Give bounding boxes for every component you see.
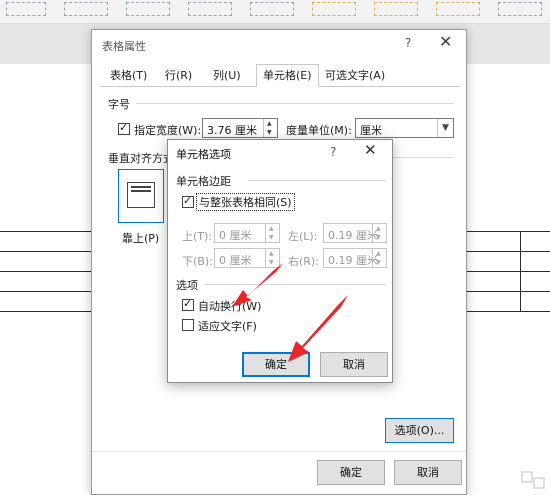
options-group-label: 选项: [176, 279, 198, 292]
style-swatch[interactable]: [188, 2, 232, 16]
spin-up-icon[interactable]: ▲: [267, 120, 272, 127]
group-divider: [204, 284, 386, 285]
help-icon[interactable]: ?: [405, 36, 411, 50]
wrap-text-checkbox[interactable]: [182, 297, 194, 311]
align-top-icon: [127, 182, 155, 208]
style-swatch[interactable]: [126, 2, 170, 16]
ok-button[interactable]: 确定: [242, 352, 310, 377]
same-as-table-label[interactable]: 与整张表格相同(S): [196, 193, 295, 211]
spin-up-icon[interactable]: ▲: [376, 250, 381, 257]
fit-text-checkbox[interactable]: [182, 319, 194, 331]
spin-arrows[interactable]: ▲ ▼: [265, 249, 279, 267]
ribbon-styles-strip: [0, 0, 550, 24]
measure-in-select[interactable]: 厘米 ▼: [355, 118, 454, 138]
style-swatch[interactable]: [374, 2, 418, 16]
measure-in-value: 厘米: [360, 124, 382, 137]
style-swatch[interactable]: [498, 2, 542, 16]
bottom-margin-spinner[interactable]: 0 厘米 ▲ ▼: [214, 248, 280, 268]
dialog-title: 表格属性: [102, 40, 146, 53]
tab-alt-text[interactable]: 可选文字(A): [319, 66, 391, 87]
right-margin-label: 右(R):: [288, 255, 319, 268]
tab-row[interactable]: 行(R): [159, 66, 198, 87]
tab-column[interactable]: 列(U): [207, 66, 247, 87]
margins-group-label: 单元格边距: [176, 175, 231, 188]
tab-table[interactable]: 表格(T): [104, 66, 153, 87]
vertical-alignment-label: 垂直对齐方式: [108, 152, 174, 165]
spin-down-icon[interactable]: ▼: [269, 234, 274, 241]
close-icon[interactable]: ✕: [364, 143, 377, 158]
top-margin-spinner[interactable]: 0 厘米 ▲ ▼: [214, 223, 280, 243]
group-divider: [248, 180, 386, 181]
spin-arrows[interactable]: ▲ ▼: [372, 224, 386, 242]
preferred-width-value: 3.76 厘米: [207, 124, 257, 137]
spin-down-icon[interactable]: ▼: [376, 259, 381, 266]
preferred-width-checkbox[interactable]: [118, 121, 130, 135]
group-divider: [136, 103, 454, 104]
align-top-label: 靠上(P): [122, 232, 160, 245]
chevron-down-icon[interactable]: ▼: [437, 119, 453, 137]
spin-down-icon[interactable]: ▼: [267, 129, 272, 136]
bottom-margin-label: 下(B):: [182, 255, 213, 268]
style-swatch[interactable]: [312, 2, 356, 16]
spin-arrows[interactable]: ▲ ▼: [372, 249, 386, 267]
style-swatch[interactable]: [436, 2, 480, 16]
spin-down-icon[interactable]: ▼: [376, 234, 381, 241]
left-margin-label: 左(L):: [288, 230, 318, 243]
right-margin-value: 0.19 厘米: [328, 254, 378, 267]
bottom-margin-value: 0 厘米: [219, 254, 252, 267]
same-as-table-checkbox[interactable]: [182, 194, 194, 208]
wrap-text-label[interactable]: 自动换行(W): [198, 298, 261, 314]
measure-in-label: 度量单位(M):: [286, 124, 352, 137]
align-top-option[interactable]: [118, 169, 164, 223]
cancel-button[interactable]: 取消: [320, 352, 388, 377]
tab-cell[interactable]: 单元格(E): [256, 64, 319, 87]
spin-down-icon[interactable]: ▼: [269, 259, 274, 266]
help-icon[interactable]: ?: [330, 145, 336, 159]
spin-up-icon[interactable]: ▲: [376, 225, 381, 232]
style-swatch[interactable]: [64, 2, 108, 16]
right-margin-spinner[interactable]: 0.19 厘米 ▲ ▼: [323, 248, 387, 268]
table-vline: [520, 231, 521, 311]
ok-button[interactable]: 确定: [317, 460, 385, 485]
footer-divider: [92, 451, 466, 452]
left-margin-value: 0.19 厘米: [328, 229, 378, 242]
close-icon[interactable]: ✕: [439, 34, 452, 50]
dialog-title: 单元格选项: [176, 148, 231, 161]
watermark-icon: [521, 471, 545, 489]
spin-arrows[interactable]: ▲ ▼: [265, 224, 279, 242]
top-margin-value: 0 厘米: [219, 229, 252, 242]
size-group-label: 字号: [108, 98, 130, 111]
cell-options-dialog: 单元格选项 ? ✕ 单元格边距 与整张表格相同(S) 上(T): 0 厘米 ▲▼…: [167, 139, 393, 383]
spin-arrows[interactable]: ▲ ▼: [263, 119, 277, 137]
preferred-width-spinner[interactable]: 3.76 厘米 ▲ ▼: [202, 118, 278, 138]
top-margin-label: 上(T):: [182, 230, 213, 243]
spin-up-icon[interactable]: ▲: [269, 225, 274, 232]
preferred-width-label: 指定宽度(W):: [134, 124, 202, 137]
options-button[interactable]: 选项(O)...: [385, 418, 454, 443]
spin-up-icon[interactable]: ▲: [269, 250, 274, 257]
style-swatch[interactable]: [250, 2, 294, 16]
cancel-button[interactable]: 取消: [394, 460, 462, 485]
left-margin-spinner[interactable]: 0.19 厘米 ▲ ▼: [323, 223, 387, 243]
fit-text-label[interactable]: 适应文字(F): [198, 318, 257, 334]
style-swatch[interactable]: [6, 2, 46, 16]
tab-strip: 表格(T) 行(R) 列(U) 单元格(E) 可选文字(A): [100, 64, 460, 87]
